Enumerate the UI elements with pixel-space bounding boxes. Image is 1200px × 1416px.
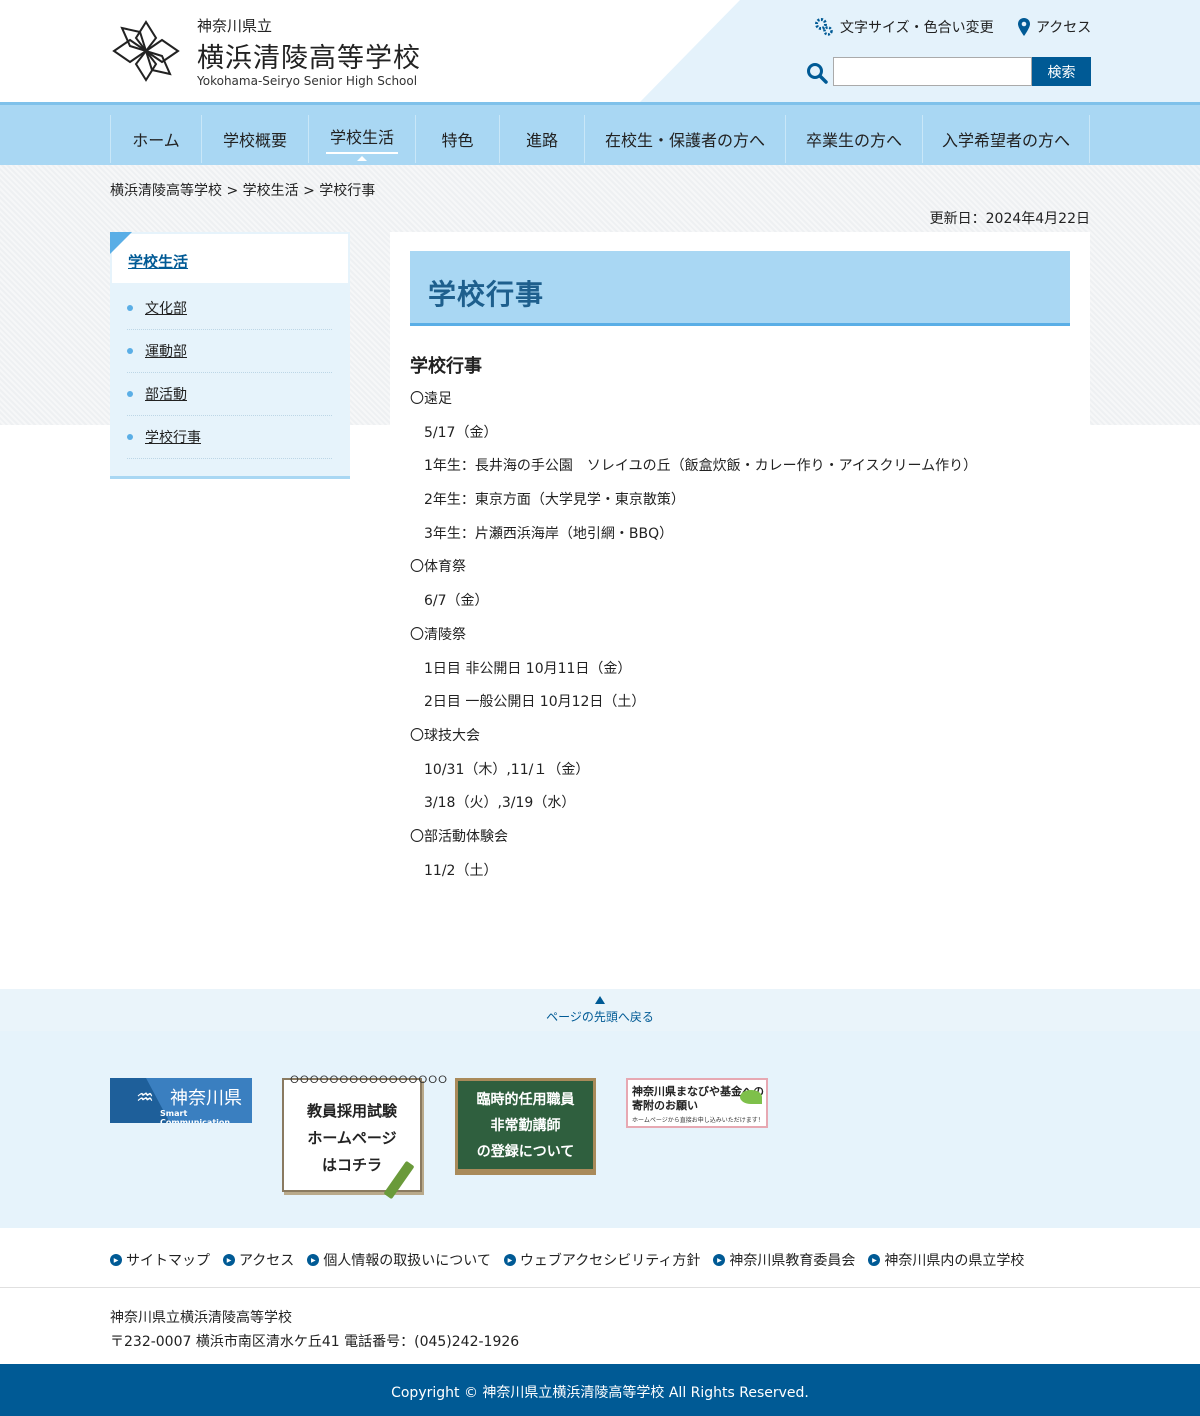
page-top-label: ページの先頭へ戻る: [546, 1010, 654, 1024]
side-nav-title[interactable]: 学校生活: [128, 251, 188, 272]
access-label: アクセス: [1036, 20, 1092, 36]
nav-item-graduates[interactable]: 卒業生の方へ: [785, 115, 922, 163]
side-item-sports-clubs[interactable]: 運動部: [127, 330, 332, 373]
side-nav-header: 学校生活: [110, 232, 350, 285]
updated-date: 更新日：2024年4月22日: [929, 211, 1090, 227]
map-pin-icon: [1018, 18, 1030, 36]
arrow-up-icon: [595, 996, 605, 1004]
event-detail: 3/18（火）,3/19（水）: [424, 795, 576, 812]
event-detail: 5/17（金）: [424, 424, 498, 441]
event-detail: 2日目 一般公開日 10月12日（土）: [424, 694, 646, 711]
site-header: 神奈川県立 横浜清陵高等学校 Yokohama-Seiryo Senior Hi…: [0, 0, 1200, 102]
footer-link-access[interactable]: アクセス: [223, 1250, 294, 1270]
event-detail: 1年生：長井海の手公園 ソレイユの丘（飯盒炊飯・カレー作り・アイスクリーム作り）: [424, 458, 978, 475]
footer-address-line: 〒232-0007 横浜市南区清水ケ丘41 電話番号：(045)242-1926: [110, 1334, 520, 1350]
teacher-recruit-text: 教員採用試験 ホームページ はコチラ: [306, 1102, 397, 1174]
manabiya-note: ホームページから直接お申し込みいただけます！: [632, 1117, 764, 1124]
side-nav: 学校生活 文化部 運動部 部活動 学校行事: [110, 232, 350, 479]
footer-address: 神奈川県立横浜清陵高等学校 〒232-0007 横浜市南区清水ケ丘41 電話番号…: [110, 1306, 519, 1354]
event-detail: 10/31（木）,11/１（金）: [424, 761, 590, 778]
teacher-recruit-banner[interactable]: ⵔⵔⵔⵔⵔⵔⵔⵔⵔⵔⵔⵔⵔⵔⵔⵔ 教員採用試験 ホームページ はコチラ: [282, 1075, 447, 1200]
copyright: Copyright © 神奈川県立横浜清陵高等学校 All Rights Res…: [0, 1364, 1200, 1416]
main-content: 学校行事 学校行事 〇遠足 5/17（金） 1年生：長井海の手公園 ソレイユの丘…: [390, 232, 1090, 932]
event-heading: 〇遠足: [410, 391, 452, 407]
nav-item-features[interactable]: 特色: [415, 115, 499, 163]
page-title: 学校行事: [428, 278, 545, 311]
footer-link-prefectural-schools[interactable]: 神奈川県内の県立学校: [868, 1250, 1024, 1270]
kanagawa-banner-title: 神奈川県: [170, 1088, 242, 1109]
access-link[interactable]: アクセス: [1018, 17, 1091, 37]
nav-item-career[interactable]: 進路: [499, 115, 584, 163]
footer-link-sitemap[interactable]: サイトマップ: [110, 1250, 210, 1270]
side-item-culture-clubs[interactable]: 文化部: [127, 287, 332, 330]
school-name-en: Yokohama-Seiryo Senior High School: [197, 74, 418, 88]
search-button[interactable]: 検索: [1032, 57, 1091, 86]
event-heading: 〇部活動体験会: [410, 828, 508, 845]
footer-divider: [0, 1287, 1200, 1288]
sprout-icon: [740, 1090, 762, 1104]
school-name[interactable]: 横浜清陵高等学校: [197, 36, 421, 75]
global-nav-list: ホーム 学校概要 学校生活 特色 進路 在校生・保護者の方へ 卒業生の方へ 入学…: [110, 115, 1090, 163]
event-detail: 11/2（土）: [424, 862, 498, 879]
footer-link-accessibility[interactable]: ウェブアクセシビリティ方針: [504, 1250, 700, 1270]
event-detail: 3年生：片瀬西浜海岸（地引網・BBQ）: [424, 525, 674, 542]
kanagawa-pref-banner[interactable]: ♒ 神奈川県 Smart Communication: [110, 1078, 252, 1123]
footer-link-board-of-education[interactable]: 神奈川県教育委員会: [713, 1250, 855, 1270]
temp-staff-text: 臨時的任用職員 非常勤講師 の登録について: [476, 1092, 575, 1160]
footer-school-name: 神奈川県立横浜清陵高等学校: [110, 1310, 292, 1326]
header-decoration: [640, 0, 1200, 102]
event-detail: 6/7（金）: [424, 593, 489, 610]
event-detail: 1日目 非公開日 10月11日（金）: [424, 660, 632, 677]
event-list: 〇遠足 5/17（金） 1年生：長井海の手公園 ソレイユの丘（飯盒炊飯・カレー作…: [410, 387, 977, 892]
footer-link-privacy[interactable]: 個人情報の取扱いについて: [307, 1250, 491, 1270]
temp-staff-banner[interactable]: 臨時的任用職員 非常勤講師 の登録について: [455, 1078, 596, 1175]
nav-item-about[interactable]: 学校概要: [201, 115, 308, 163]
page-top-link[interactable]: ページの先頭へ戻る: [0, 989, 1200, 1031]
event-detail: 2年生：東京方面（大学見学・東京散策）: [424, 492, 685, 509]
side-item-school-events[interactable]: 学校行事: [127, 416, 332, 459]
nav-item-applicants[interactable]: 入学希望者の方へ: [922, 115, 1090, 163]
event-heading: 〇球技大会: [410, 727, 480, 744]
nav-item-students-parents[interactable]: 在校生・保護者の方へ: [584, 115, 785, 163]
footer-links: サイトマップ アクセス 個人情報の取扱いについて ウェブアクセシビリティ方針 神…: [110, 1250, 1037, 1270]
banner-area: ♒ 神奈川県 Smart Communication ⵔⵔⵔⵔⵔⵔⵔⵔⵔⵔⵔⵔⵔ…: [0, 1031, 1200, 1228]
section-heading: 学校行事: [410, 356, 482, 377]
manabiya-fund-banner[interactable]: 神奈川県まなびや基金への 寄附のお願い ホームページから直接お申し込みいただけま…: [626, 1078, 768, 1128]
nav-item-school-life[interactable]: 学校生活: [308, 115, 415, 163]
page-title-box: 学校行事: [410, 251, 1070, 326]
breadcrumb[interactable]: 横浜清陵高等学校 > 学校生活 > 学校行事: [110, 180, 375, 200]
font-color-change-link[interactable]: 文字サイズ・色合い変更: [814, 17, 994, 37]
school-logo-icon[interactable]: [110, 18, 182, 84]
kanagawa-emblem-icon: ♒: [136, 1085, 154, 1109]
event-heading: 〇清陵祭: [410, 626, 466, 643]
side-item-club-activities[interactable]: 部活動: [127, 373, 332, 416]
gear-icon: [815, 18, 833, 36]
event-heading: 〇体育祭: [410, 559, 466, 576]
search-icon: [807, 63, 828, 84]
kanagawa-banner-sub: Smart Communication: [160, 1109, 231, 1123]
side-nav-list: 文化部 運動部 部活動 学校行事: [127, 287, 332, 459]
font-color-change-label: 文字サイズ・色合い変更: [840, 20, 994, 36]
nav-item-home[interactable]: ホーム: [110, 115, 201, 163]
search-input[interactable]: [833, 57, 1032, 86]
notebook-rings-icon: ⵔⵔⵔⵔⵔⵔⵔⵔⵔⵔⵔⵔⵔⵔⵔⵔ: [290, 1075, 449, 1086]
global-nav: ホーム 学校概要 学校生活 特色 進路 在校生・保護者の方へ 卒業生の方へ 入学…: [0, 102, 1200, 165]
prefecture-label: 神奈川県立: [197, 17, 273, 35]
